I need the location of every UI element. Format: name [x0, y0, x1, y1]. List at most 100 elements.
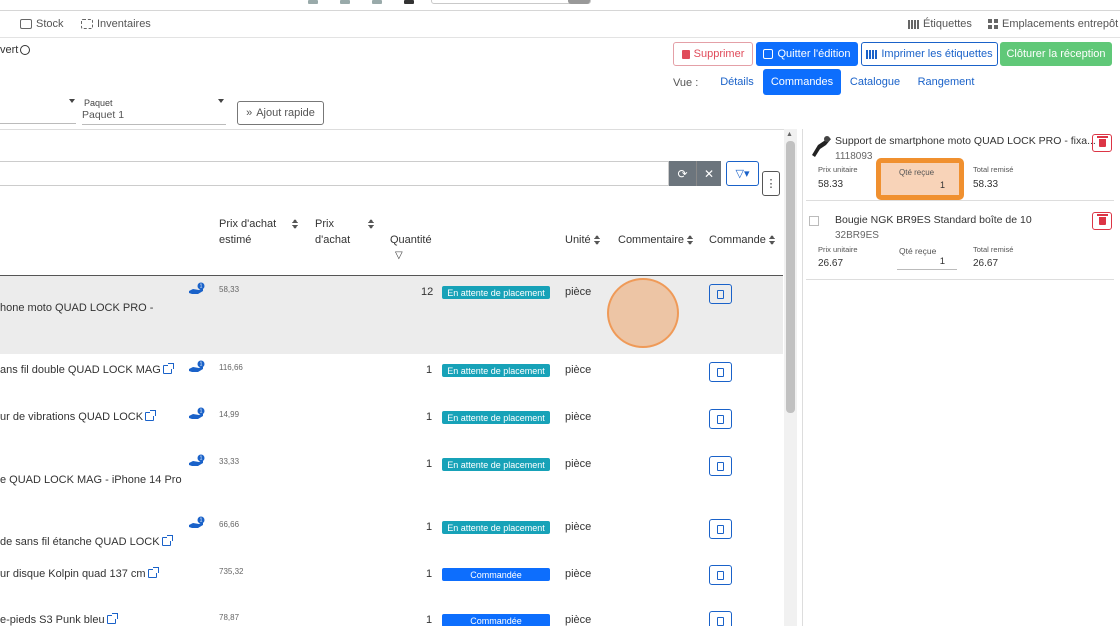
- header-prix-achat[interactable]: Prix d'achat: [315, 216, 375, 248]
- left-select-field[interactable]: [0, 108, 76, 124]
- item-ref: 1118093: [835, 151, 873, 162]
- total-label: Total remisé: [973, 165, 1014, 174]
- order-clipboard-button[interactable]: [709, 519, 732, 539]
- header-unite-label: Unité: [565, 234, 591, 246]
- table-row[interactable]: [0, 401, 783, 448]
- hand-holding-icon[interactable]: 1: [188, 516, 206, 530]
- filter-dropdown-button[interactable]: ▽▾: [726, 161, 759, 186]
- total-label: Total remisé: [973, 245, 1014, 254]
- app-root: Stock Inventaires Étiquettes Emplacement…: [0, 0, 1120, 626]
- received-qty-input[interactable]: 1: [897, 256, 957, 270]
- sort-icon[interactable]: [292, 219, 298, 229]
- toolbar-icon[interactable]: [340, 0, 350, 4]
- table-row[interactable]: [0, 510, 783, 558]
- edit-icon: [763, 49, 774, 59]
- nav-etiquettes-label: Étiquettes: [923, 18, 972, 30]
- external-link-icon[interactable]: [161, 535, 173, 546]
- table-scrollbar-thumb[interactable]: [786, 141, 795, 413]
- received-qty-value[interactable]: 1: [940, 180, 945, 190]
- unit: pièce: [565, 521, 592, 533]
- product-name[interactable]: ans fil double QUAD LOCK MAG: [0, 363, 174, 376]
- tab-catalogue[interactable]: Catalogue: [845, 69, 905, 95]
- nav-emplacements[interactable]: Emplacements entrepôt: [988, 18, 1118, 30]
- paquet-select[interactable]: Paquet 1: [82, 109, 226, 125]
- delete-button-label: Supprimer: [693, 48, 745, 60]
- more-options-button[interactable]: ⋮: [762, 171, 780, 196]
- item-title[interactable]: Support de smartphone moto QUAD LOCK PRO…: [835, 135, 1096, 147]
- toolbar-icon[interactable]: [308, 0, 318, 4]
- table-row[interactable]: [0, 558, 783, 604]
- global-search-input[interactable]: [431, 0, 591, 4]
- nav-stock[interactable]: Stock: [20, 18, 64, 30]
- global-search-button[interactable]: [568, 0, 590, 4]
- product-name[interactable]: de sans fil étanche QUAD LOCK: [0, 535, 173, 548]
- close-reception-button[interactable]: Clôturer la réception: [1000, 42, 1112, 66]
- hand-badge: 1: [200, 456, 203, 462]
- sort-icon[interactable]: [368, 219, 374, 229]
- status-badge: Commandée: [442, 568, 550, 581]
- toolbar-icon[interactable]: [404, 0, 414, 4]
- table-row[interactable]: [0, 354, 783, 401]
- item-title[interactable]: Bougie NGK BR9ES Standard boîte de 10: [835, 214, 1032, 226]
- tab-details[interactable]: Détails: [714, 69, 760, 95]
- received-qty-input-highlight[interactable]: [876, 158, 964, 200]
- order-clipboard-button[interactable]: [709, 611, 732, 626]
- filter-icon[interactable]: ▽: [395, 250, 403, 261]
- scroll-up-icon[interactable]: ▲: [786, 131, 793, 138]
- hand-holding-icon[interactable]: 1: [188, 454, 206, 468]
- clear-icon[interactable]: ✕: [696, 161, 721, 186]
- header-commentaire[interactable]: Commentaire: [618, 232, 694, 248]
- nav-inventaires[interactable]: Inventaires: [81, 18, 151, 30]
- external-link-icon[interactable]: [162, 363, 174, 374]
- clipboard-icon: [717, 367, 724, 377]
- product-name[interactable]: e QUAD LOCK MAG - iPhone 14 Pro: [0, 474, 182, 486]
- print-labels-button[interactable]: Imprimer les étiquettes: [861, 42, 998, 66]
- hand-holding-icon[interactable]: 1: [188, 360, 206, 374]
- quantity: 1: [426, 568, 433, 580]
- unit: pièce: [565, 568, 592, 580]
- warehouse-icon: [20, 19, 32, 29]
- hand-badge: 1: [200, 409, 203, 415]
- unit: pièce: [565, 614, 592, 626]
- refresh-icon[interactable]: ⟳: [669, 161, 696, 186]
- remove-item-button[interactable]: [1092, 134, 1112, 152]
- remove-item-button[interactable]: [1092, 212, 1112, 230]
- header-quantite[interactable]: Quantité: [390, 232, 432, 248]
- product-name[interactable]: ur disque Kolpin quad 137 cm: [0, 567, 159, 580]
- status-badge: En attente de placement: [442, 286, 550, 299]
- quick-add-button[interactable]: » Ajout rapide: [237, 101, 324, 125]
- order-clipboard-button[interactable]: [709, 362, 732, 382]
- chevron-down-icon: [218, 99, 224, 103]
- external-link-icon[interactable]: [106, 613, 118, 624]
- total-value: 58.33: [973, 179, 999, 190]
- hand-holding-icon[interactable]: 1: [188, 407, 206, 421]
- order-clipboard-button[interactable]: [709, 565, 732, 585]
- header-quantite-label: Quantité: [390, 234, 432, 246]
- product-name[interactable]: e-pieds S3 Punk bleu: [0, 613, 118, 626]
- external-link-icon[interactable]: [145, 410, 157, 421]
- hand-badge: 1: [200, 362, 203, 368]
- delete-button[interactable]: Supprimer: [673, 42, 753, 66]
- tab-rangement[interactable]: Rangement: [912, 69, 980, 95]
- quit-edit-button[interactable]: Quitter l'édition: [756, 42, 858, 66]
- product-name[interactable]: ur de vibrations QUAD LOCK: [0, 410, 157, 423]
- order-clipboard-button[interactable]: [709, 456, 732, 476]
- nav-stock-label: Stock: [36, 18, 64, 30]
- header-commande[interactable]: Commande: [709, 232, 775, 248]
- chevron-down-circle-icon[interactable]: [20, 45, 31, 55]
- table-search-input[interactable]: [0, 161, 669, 186]
- order-clipboard-button[interactable]: [709, 284, 732, 304]
- header-unite[interactable]: Unité: [565, 232, 600, 248]
- hand-holding-icon[interactable]: 1: [188, 282, 206, 296]
- toolbar-icon[interactable]: [372, 0, 382, 4]
- click-indicator: [607, 278, 679, 348]
- header-prix-estime[interactable]: Prix d'achat estimé: [219, 216, 299, 248]
- broken-image-icon: [809, 216, 819, 226]
- external-link-icon[interactable]: [147, 567, 159, 578]
- product-name[interactable]: hone moto QUAD LOCK PRO -: [0, 302, 153, 314]
- print-labels-label: Imprimer les étiquettes: [881, 48, 993, 60]
- order-clipboard-button[interactable]: [709, 409, 732, 429]
- nav-etiquettes[interactable]: Étiquettes: [908, 18, 972, 30]
- double-chevron-right-icon: »: [246, 107, 253, 119]
- tab-commandes[interactable]: Commandes: [763, 69, 841, 95]
